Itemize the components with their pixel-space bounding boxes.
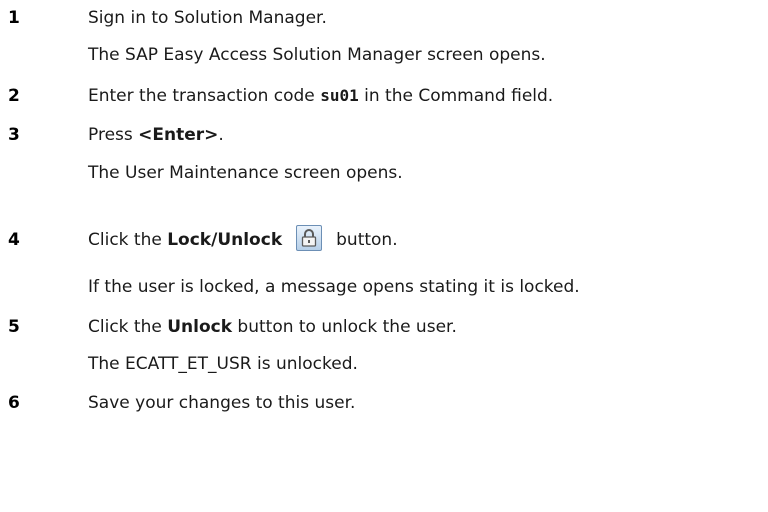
step-result: The User Maintenance screen opens. bbox=[88, 163, 403, 183]
step-1: 1 Sign in to Solution Manager. bbox=[0, 4, 768, 32]
instruction-text: button to unlock the user. bbox=[232, 317, 457, 337]
step-number: 1 bbox=[8, 8, 20, 28]
lock-unlock-button-image bbox=[296, 225, 323, 251]
step-instruction: Save your changes to this user. bbox=[88, 393, 356, 413]
instruction-text: Press bbox=[88, 125, 139, 145]
step-6: 6 Save your changes to this user. bbox=[0, 389, 768, 417]
step-2: 2 Enter the transaction code su01 in the… bbox=[0, 82, 768, 110]
step-instruction: Click the Unlock button to unlock the us… bbox=[88, 313, 457, 341]
step-number: 2 bbox=[8, 86, 20, 106]
step-3-result: The User Maintenance screen opens. bbox=[0, 159, 768, 187]
step-number: 6 bbox=[8, 393, 20, 413]
lock-icon bbox=[301, 229, 317, 247]
instruction-text: button. bbox=[336, 230, 398, 250]
step-number: 5 bbox=[8, 317, 20, 337]
step-result: If the user is locked, a message opens s… bbox=[88, 277, 580, 297]
instruction-text: Click the bbox=[88, 317, 168, 337]
step-5-result: The ECATT_ET_USR is unlocked. bbox=[0, 350, 768, 378]
step-4-result: If the user is locked, a message opens s… bbox=[0, 273, 768, 301]
step-instruction: Sign in to Solution Manager. bbox=[88, 8, 327, 28]
step-4: 4 Click the Lock/Unlock button. bbox=[0, 225, 768, 254]
instruction-text: Click the bbox=[88, 230, 168, 250]
step-5: 5 Click the Unlock button to unlock the … bbox=[0, 313, 768, 341]
step-instruction: Click the Lock/Unlock button. bbox=[88, 225, 398, 254]
instruction-text: Enter the transaction code bbox=[88, 86, 321, 106]
step-3: 3 Press <Enter>. bbox=[0, 121, 768, 149]
step-instruction: Enter the transaction code su01 in the C… bbox=[88, 82, 553, 110]
button-name: Lock/Unlock bbox=[167, 230, 283, 250]
step-number: 4 bbox=[8, 230, 20, 250]
step-number: 3 bbox=[8, 125, 20, 145]
step-result: The ECATT_ET_USR is unlocked. bbox=[88, 354, 358, 374]
instruction-text: in the Command field. bbox=[358, 86, 554, 106]
button-name: Unlock bbox=[167, 317, 233, 337]
transaction-code: su01 bbox=[320, 86, 359, 105]
instruction-text: . bbox=[218, 125, 224, 145]
step-result: The SAP Easy Access Solution Manager scr… bbox=[88, 45, 546, 65]
step-instruction: Press <Enter>. bbox=[88, 121, 224, 149]
step-1-result: The SAP Easy Access Solution Manager scr… bbox=[0, 41, 768, 69]
key-name: <Enter> bbox=[138, 125, 219, 145]
